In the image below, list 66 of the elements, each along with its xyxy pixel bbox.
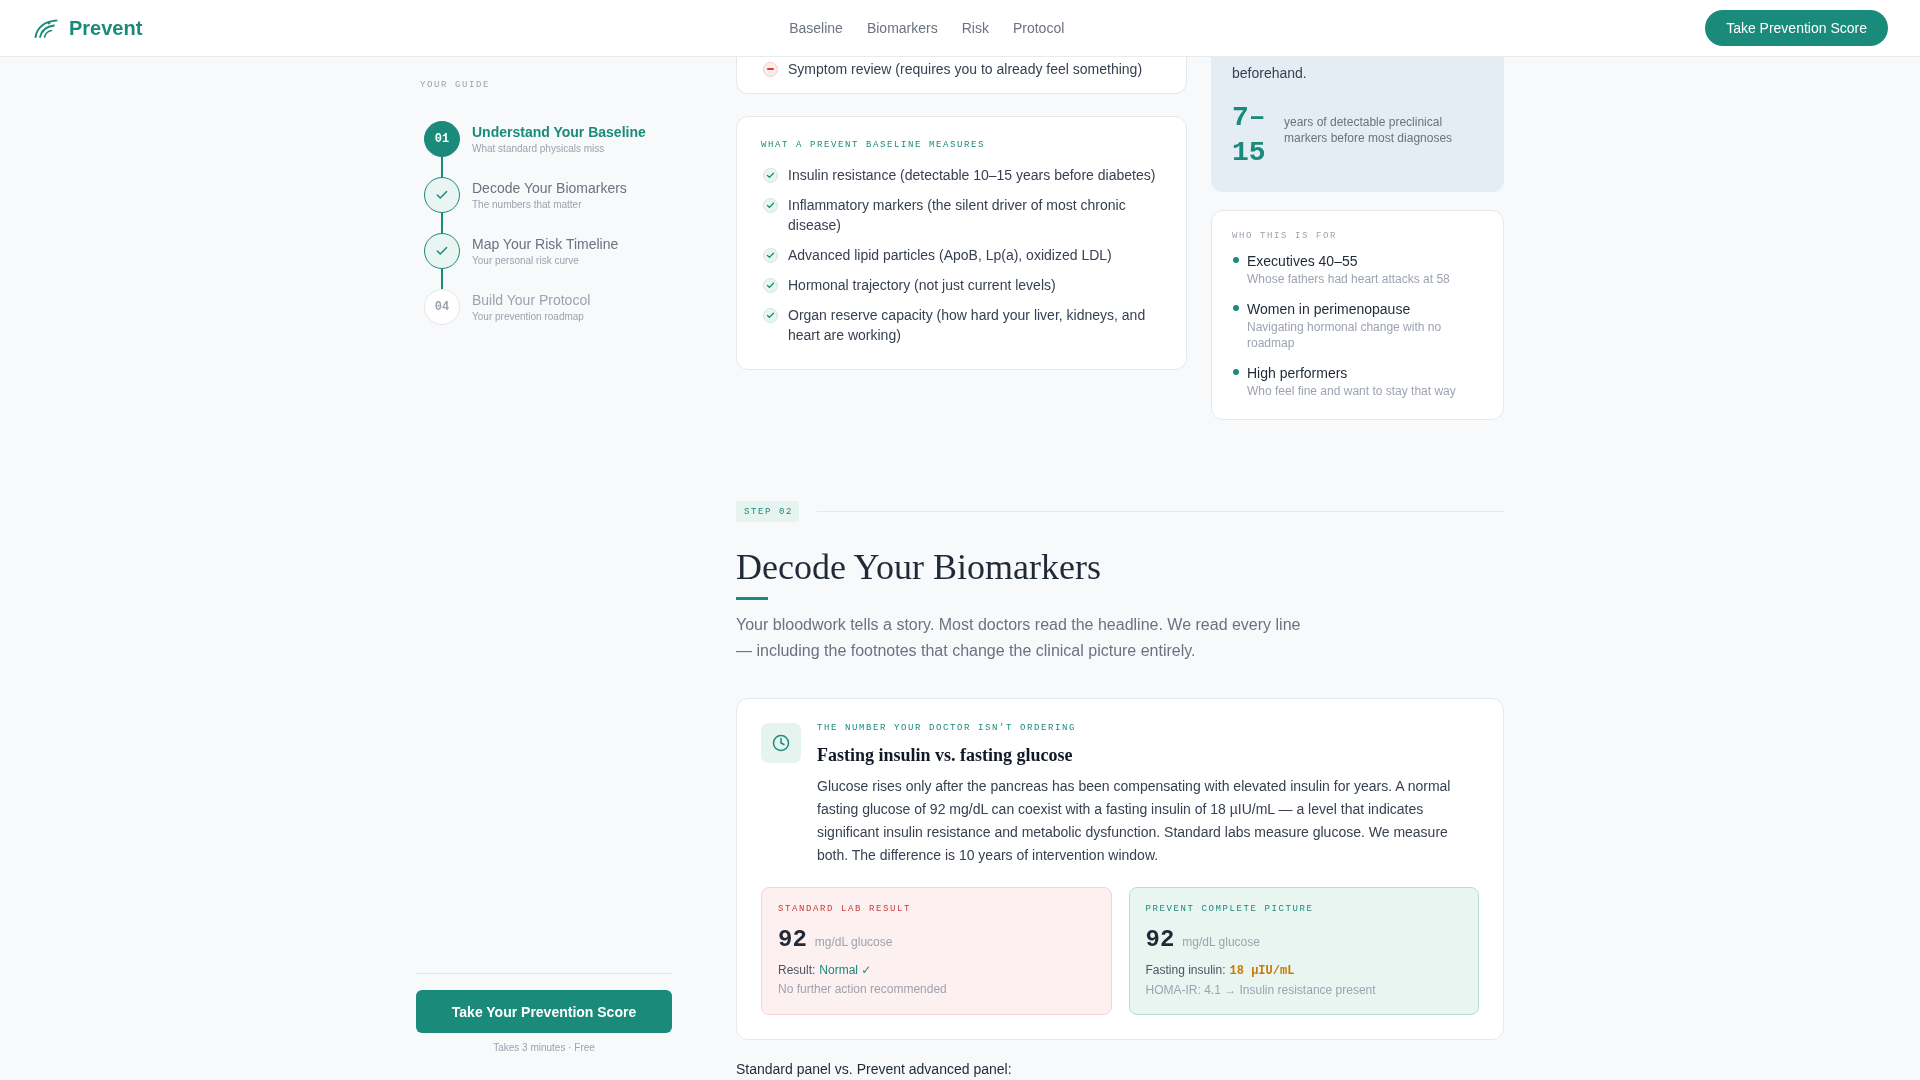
- stat-card-text: beforehand.: [1232, 64, 1308, 83]
- stat-number: 7–15: [1232, 101, 1267, 170]
- step-subtitle: Your prevention roadmap: [472, 310, 585, 324]
- insight-title: Fasting insulin vs. fasting glucose: [817, 744, 1074, 767]
- detail-value: 18 µIU/mL: [1229, 963, 1295, 980]
- prevention-score-button[interactable]: Take Prevention Score: [1705, 10, 1888, 46]
- step-number: 04: [424, 289, 460, 325]
- nav-link[interactable]: Protocol: [1012, 19, 1065, 37]
- clock-icon: [761, 723, 801, 763]
- list-item-text: Hormonal trajectory (not just current levels): [788, 276, 1056, 295]
- nav-link[interactable]: Risk: [961, 19, 989, 37]
- bullet-icon: [1233, 305, 1239, 311]
- check-icon: [763, 197, 778, 213]
- result-unit: mg/dL glucose: [814, 934, 893, 951]
- detail-label: Fasting insulin:: [1145, 962, 1226, 979]
- audience-subtitle: Navigating hormonal change with no roadmap: [1247, 319, 1443, 351]
- list-item-text: Advanced lipid particles (ApoB, Lp(a), oxidized LDL): [788, 246, 1112, 265]
- step-title[interactable]: Decode Your Biomarkers: [472, 178, 627, 198]
- audience-title: Executives 40–55: [1247, 252, 1359, 271]
- prevention-score-button[interactable]: Take Your Prevention Score: [416, 990, 672, 1033]
- result-unit: mg/dL glucose: [1182, 934, 1260, 951]
- result-label: STANDARD LAB RESULT: [778, 903, 913, 916]
- section-intro: Your bloodwork tells a story. Most doctors read the headline. We read every line — including the footnotes that change the clinical picture entirely.: [736, 615, 1302, 661]
- step-title[interactable]: Map Your Risk Timeline: [472, 234, 619, 254]
- stat-caption: years of detectable preclinical markers before most diagnoses: [1284, 114, 1454, 146]
- step-subtitle: Your personal risk curve: [472, 254, 580, 268]
- brand-name[interactable]: Prevent: [69, 16, 143, 40]
- nav-link[interactable]: Biomarkers: [866, 19, 938, 37]
- minus-icon: [763, 61, 778, 77]
- detail-label: Result:: [778, 962, 816, 979]
- detail-value: Normal ✓: [819, 962, 872, 979]
- step-title[interactable]: Build Your Protocol: [472, 290, 591, 310]
- audience-subtitle: Whose fathers had heart attacks at 58: [1247, 271, 1450, 287]
- bullet-icon: [1233, 369, 1239, 375]
- check-icon: [763, 307, 778, 323]
- step-number: 01: [424, 121, 460, 157]
- list-item-text: Inflammatory markers (the silent driver of most chronic disease): [788, 196, 1127, 235]
- time-note: Takes 3 minutes · Free: [492, 1041, 596, 1055]
- card-label: WHAT A PREVENT BASELINE MEASURES: [761, 139, 987, 152]
- step-label: STEP 02: [736, 501, 799, 522]
- check-icon: [763, 167, 778, 183]
- section-title: Decode Your Biomarkers: [736, 546, 1102, 589]
- result-label: PREVENT COMPLETE PICTURE: [1145, 903, 1315, 916]
- bullet-icon: [1233, 257, 1239, 263]
- check-icon: [763, 247, 778, 263]
- audience-subtitle: Who feel fine and want to stay that way: [1247, 383, 1456, 399]
- insight-body: Glucose rises only after the pancreas has been compensating with elevated insulin for years. A normal fasting glucose of 92 mg/dL can coexist with a fasting insulin of 18 µIU/mL — a level that indicates significant insulin resistance and metabolic dysfunction. Standard labs measure glucose. We measure both. The difference is 10 years of intervention window.: [817, 777, 1452, 865]
- list-item-text: Insulin resistance (detectable 10–15 years before diabetes): [788, 166, 1156, 185]
- nav-link[interactable]: Baseline: [789, 19, 843, 37]
- step-subtitle: The numbers that matter: [472, 198, 583, 212]
- step-subtitle: What standard physicals miss: [472, 142, 606, 156]
- list-item-text: Symptom review (requires you to already feel something): [788, 60, 1143, 79]
- guide-label: YOUR GUIDE: [419, 79, 491, 92]
- result-value: 92: [778, 925, 807, 955]
- result-note: No further action recommended: [778, 981, 948, 998]
- panel-heading: Standard panel vs. Prevent advanced panel:: [736, 1060, 1013, 1078]
- audience-title: Women in perimenopause: [1247, 300, 1412, 319]
- logo-icon: [34, 18, 58, 38]
- result-note: HOMA-IR: 4.1 → Insulin resistance present: [1145, 982, 1377, 999]
- list-item-text: Organ reserve capacity (how hard your liver, kidneys, and heart are working): [788, 306, 1147, 345]
- card-label: WHO THIS IS FOR: [1232, 230, 1338, 243]
- insight-eyebrow: THE NUMBER YOUR DOCTOR ISN'T ORDERING: [817, 722, 1078, 734]
- result-value: 92: [1145, 925, 1175, 955]
- audience-title: High performers: [1247, 364, 1349, 383]
- step-title[interactable]: Understand Your Baseline: [472, 122, 646, 142]
- check-icon: [763, 277, 778, 293]
